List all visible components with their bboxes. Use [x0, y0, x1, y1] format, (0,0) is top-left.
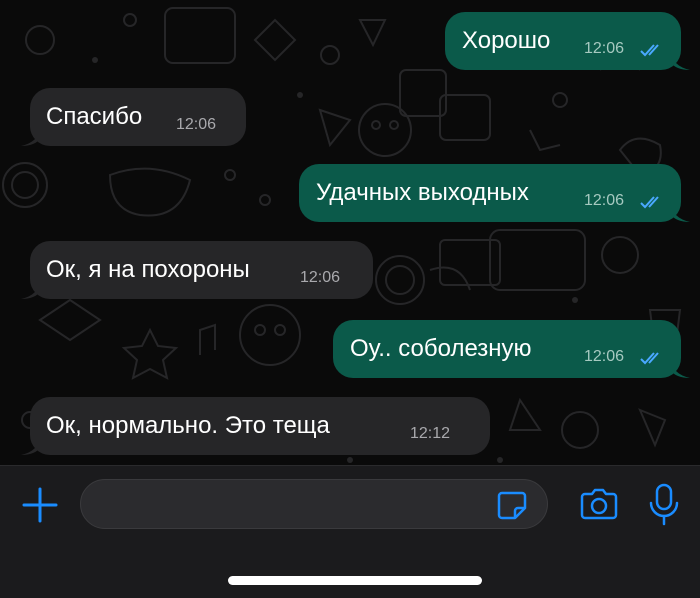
message-bubble-outgoing[interactable]: Оу.. соболезную 12:06	[333, 320, 690, 378]
message-text: Ок, нормально. Это теща	[46, 412, 330, 439]
message-bubble-incoming[interactable]: Ок, нормально. Это теща 12:12	[21, 397, 490, 455]
bubble-tail	[21, 279, 41, 299]
microphone-icon[interactable]	[644, 481, 684, 529]
message-text: Ок, я на похороны	[46, 256, 250, 283]
bubble-tail	[670, 50, 690, 70]
divider	[0, 465, 700, 466]
message-bubble-outgoing[interactable]: Удачных выходных 12:06	[299, 164, 690, 222]
message-text: Удачных выходных	[316, 179, 529, 206]
message-text: Спасибо	[46, 103, 143, 130]
bubble-tail	[21, 435, 41, 455]
message-time: 12:06	[176, 116, 217, 133]
home-indicator	[228, 576, 482, 585]
chat-area[interactable]: Хорошо 12:06 Спасибо 12:06 Удачных выход…	[0, 0, 700, 465]
bubble-tail	[21, 126, 41, 146]
message-time: 12:06	[584, 348, 625, 365]
message-input[interactable]	[80, 479, 548, 529]
message-time: 12:06	[584, 40, 625, 57]
message-time: 12:06	[584, 192, 625, 209]
double-check-read-icon	[640, 196, 659, 209]
camera-icon[interactable]	[577, 483, 621, 527]
message-bubble-incoming[interactable]: Ок, я на похороны 12:06	[21, 241, 373, 299]
bubble-tail	[670, 202, 690, 222]
message-time: 12:12	[410, 425, 451, 442]
message-bubble-outgoing[interactable]: Хорошо 12:06	[445, 12, 690, 70]
bubble-tail	[670, 358, 690, 378]
message-bubble-incoming[interactable]: Спасибо 12:06	[21, 88, 246, 146]
message-text: Хорошо	[462, 27, 551, 54]
message-time: 12:06	[300, 269, 341, 286]
plus-icon[interactable]	[18, 483, 62, 527]
double-check-read-icon	[640, 44, 659, 57]
message-text: Оу.. соболезную	[350, 335, 532, 362]
message-composer	[0, 465, 700, 598]
double-check-read-icon	[640, 352, 659, 365]
sticker-icon[interactable]	[496, 489, 528, 521]
